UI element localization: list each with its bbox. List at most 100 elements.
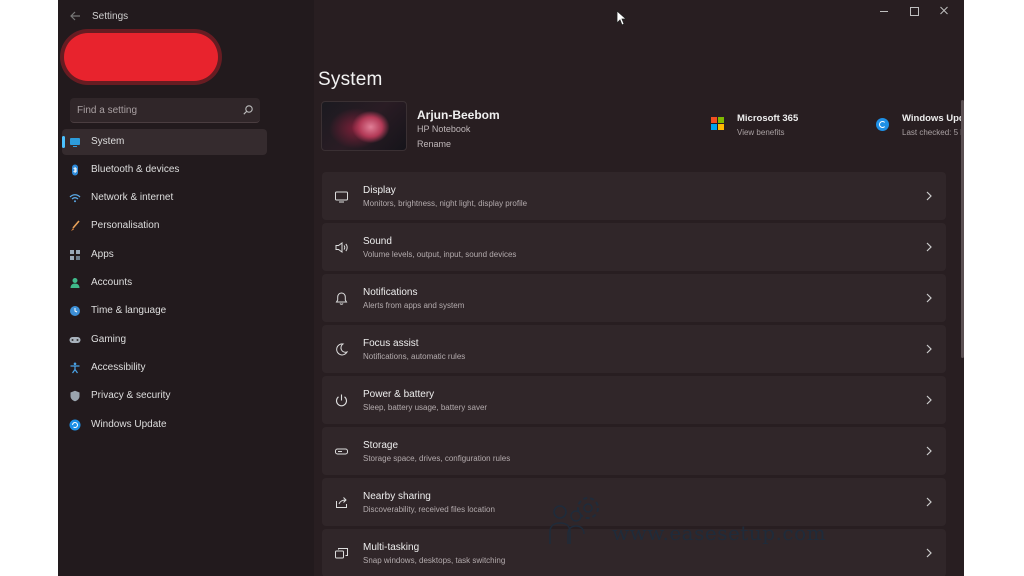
setting-row-sound[interactable]: Sound Volume levels, output, input, soun…	[322, 223, 946, 271]
mouse-cursor-icon	[616, 10, 626, 26]
sidebar-item-bluetooth[interactable]: Bluetooth & devices	[62, 157, 267, 183]
setting-subtitle: Alerts from apps and system	[363, 301, 465, 310]
chevron-right-icon	[925, 292, 933, 304]
setting-subtitle: Volume levels, output, input, sound devi…	[363, 250, 517, 259]
chevron-right-icon	[925, 394, 933, 406]
sidebar-item-label: Personalisation	[91, 220, 160, 231]
sidebar-item-apps[interactable]: Apps	[62, 242, 267, 268]
setting-row-display[interactable]: Display Monitors, brightness, night ligh…	[322, 172, 946, 220]
sidebar-item-label: Gaming	[91, 334, 127, 345]
sidebar-item-label: Accessibility	[91, 362, 146, 373]
back-arrow-icon[interactable]	[68, 9, 82, 23]
search-icon[interactable]	[242, 104, 254, 116]
setting-title: Display	[363, 185, 396, 196]
setting-subtitle: Discoverability, received files location	[363, 505, 495, 514]
bell-icon	[334, 291, 349, 306]
setting-row-storage[interactable]: Storage Storage space, drives, configura…	[322, 427, 946, 475]
brush-icon	[69, 220, 81, 232]
scrollbar[interactable]	[961, 100, 964, 358]
setting-title: Sound	[363, 236, 392, 247]
search-input[interactable]	[77, 98, 237, 122]
shield-icon	[69, 390, 81, 402]
globe-clock-icon	[69, 305, 81, 317]
microsoft-365-link[interactable]: Microsoft 365 View benefits	[711, 113, 811, 143]
person-icon	[69, 277, 81, 289]
chevron-right-icon	[925, 241, 933, 253]
app-title: Settings	[92, 11, 129, 22]
storage-icon	[334, 444, 349, 459]
gamepad-icon	[69, 334, 81, 346]
device-model: HP Notebook	[417, 124, 471, 134]
sidebar-item-personalisation[interactable]: Personalisation	[62, 213, 267, 239]
sidebar-item-network[interactable]: Network & internet	[62, 185, 267, 211]
setting-row-notifications[interactable]: Notifications Alerts from apps and syste…	[322, 274, 946, 322]
bluetooth-icon	[69, 164, 81, 176]
sidebar-item-label: Apps	[91, 249, 114, 260]
watermark-text: www.easesetup.com	[612, 521, 827, 545]
sidebar-item-label: Windows Update	[91, 419, 167, 430]
wifi-icon	[69, 192, 81, 204]
active-indicator	[62, 136, 65, 148]
sidebar-item-gaming[interactable]: Gaming	[62, 327, 267, 353]
setting-title: Storage	[363, 440, 399, 451]
sidebar: Settings System Bluetooth & devices	[58, 0, 314, 576]
sidebar-item-label: Bluetooth & devices	[91, 164, 180, 175]
sidebar-item-system[interactable]: System	[62, 129, 267, 155]
setting-row-power-battery[interactable]: Power & battery Sleep, battery usage, ba…	[322, 376, 946, 424]
windows-update-icon	[876, 118, 889, 131]
close-button[interactable]	[934, 4, 954, 18]
chevron-right-icon	[925, 547, 933, 559]
sidebar-item-accounts[interactable]: Accounts	[62, 270, 267, 296]
sidebar-item-windows-update[interactable]: Windows Update	[62, 412, 267, 438]
windows-update-link[interactable]: Windows Update Last checked: 5 hours ago	[876, 113, 964, 143]
chevron-right-icon	[925, 343, 933, 355]
chevron-right-icon	[925, 496, 933, 508]
sidebar-item-label: Privacy & security	[91, 390, 171, 401]
chevron-right-icon	[925, 190, 933, 202]
device-name: Arjun-Beebom	[417, 108, 500, 122]
share-icon	[334, 495, 349, 510]
page-title: System	[318, 68, 383, 90]
setting-subtitle: Notifications, automatic rules	[363, 352, 466, 361]
monitor-icon	[69, 136, 81, 148]
windows-update-icon	[69, 419, 81, 431]
setting-title: Multi-tasking	[363, 542, 420, 553]
moon-icon	[334, 342, 349, 357]
watermark-logo-icon	[546, 488, 606, 548]
display-icon	[334, 189, 349, 204]
rename-link[interactable]: Rename	[417, 139, 451, 149]
quick-link-title: Microsoft 365	[737, 113, 799, 124]
quick-link-subtitle: View benefits	[737, 128, 785, 137]
sidebar-item-label: Time & language	[91, 305, 167, 316]
apps-icon	[69, 249, 81, 261]
watermark: www.easesetup.com	[546, 488, 846, 548]
minimize-button[interactable]	[874, 4, 894, 18]
sidebar-item-label: System	[91, 136, 125, 147]
setting-row-focus-assist[interactable]: Focus assist Notifications, automatic ru…	[322, 325, 946, 373]
setting-title: Power & battery	[363, 389, 435, 400]
quick-link-title: Windows Update	[902, 113, 964, 124]
speaker-icon	[334, 240, 349, 255]
setting-subtitle: Monitors, brightness, night light, displ…	[363, 199, 528, 208]
microsoft-logo-icon	[711, 117, 725, 131]
setting-title: Focus assist	[363, 338, 419, 349]
desktop-wallpaper-thumbnail[interactable]	[321, 101, 407, 151]
maximize-button[interactable]	[904, 4, 924, 18]
power-icon	[334, 393, 349, 408]
sidebar-item-time-language[interactable]: Time & language	[62, 298, 267, 324]
quick-link-subtitle: Last checked: 5 hours ago	[902, 128, 964, 137]
sidebar-item-privacy-security[interactable]: Privacy & security	[62, 383, 267, 409]
setting-subtitle: Storage space, drives, configuration rul…	[363, 454, 511, 463]
sidebar-item-accessibility[interactable]: Accessibility	[62, 355, 267, 381]
setting-subtitle: Snap windows, desktops, task switching	[363, 556, 506, 565]
setting-subtitle: Sleep, battery usage, battery saver	[363, 403, 488, 412]
multitask-icon	[334, 546, 349, 561]
setting-title: Nearby sharing	[363, 491, 431, 502]
redacted-user-profile	[64, 33, 218, 81]
sidebar-item-label: Accounts	[91, 277, 133, 288]
sidebar-item-label: Network & internet	[91, 192, 174, 203]
setting-title: Notifications	[363, 287, 418, 298]
search-box[interactable]	[70, 98, 260, 123]
accessibility-icon	[69, 362, 81, 374]
chevron-right-icon	[925, 445, 933, 457]
